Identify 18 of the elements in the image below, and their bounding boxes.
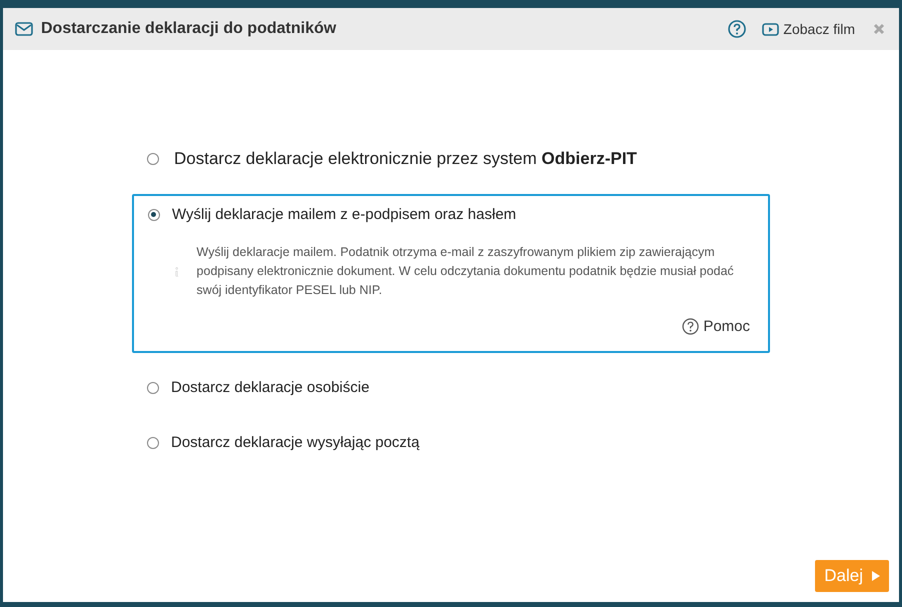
- option-label[interactable]: Dostarcz deklaracje elektronicznie przez system Odbierz-PIT: [174, 149, 637, 169]
- envelope-icon: [15, 22, 33, 36]
- help-link[interactable]: Pomoc: [682, 318, 750, 335]
- option-description: Wyślij deklaracje mailem. Podatnik otrzyma e-mail z zaszyfrowanym plikiem zip zawierającym podpisany elektronicznie dokument. W celu odczytania dokumentu podatnik będzie musiał podać swój identyfikator PESEL lub NIP.: [196, 244, 735, 299]
- option-label[interactable]: Dostarcz deklaracje wysyłając pocztą: [171, 434, 420, 451]
- dialog-title: Dostarczanie deklaracji do podatników: [41, 20, 338, 38]
- radio-button[interactable]: [147, 436, 159, 448]
- option-label[interactable]: Dostarcz deklaracje osobiście: [171, 379, 370, 396]
- help-icon: [682, 318, 700, 335]
- radio-button[interactable]: [147, 382, 159, 394]
- radio-button[interactable]: [148, 208, 160, 220]
- help-icon[interactable]: [728, 20, 746, 38]
- close-icon[interactable]: [873, 23, 885, 35]
- radio-button[interactable]: [147, 153, 159, 165]
- video-icon: [762, 22, 780, 36]
- video-link[interactable]: Zobacz film: [762, 21, 855, 37]
- play-icon: [872, 571, 880, 581]
- option-label[interactable]: Wyślij deklaracje mailem z e-podpisem oraz hasłem: [172, 206, 516, 223]
